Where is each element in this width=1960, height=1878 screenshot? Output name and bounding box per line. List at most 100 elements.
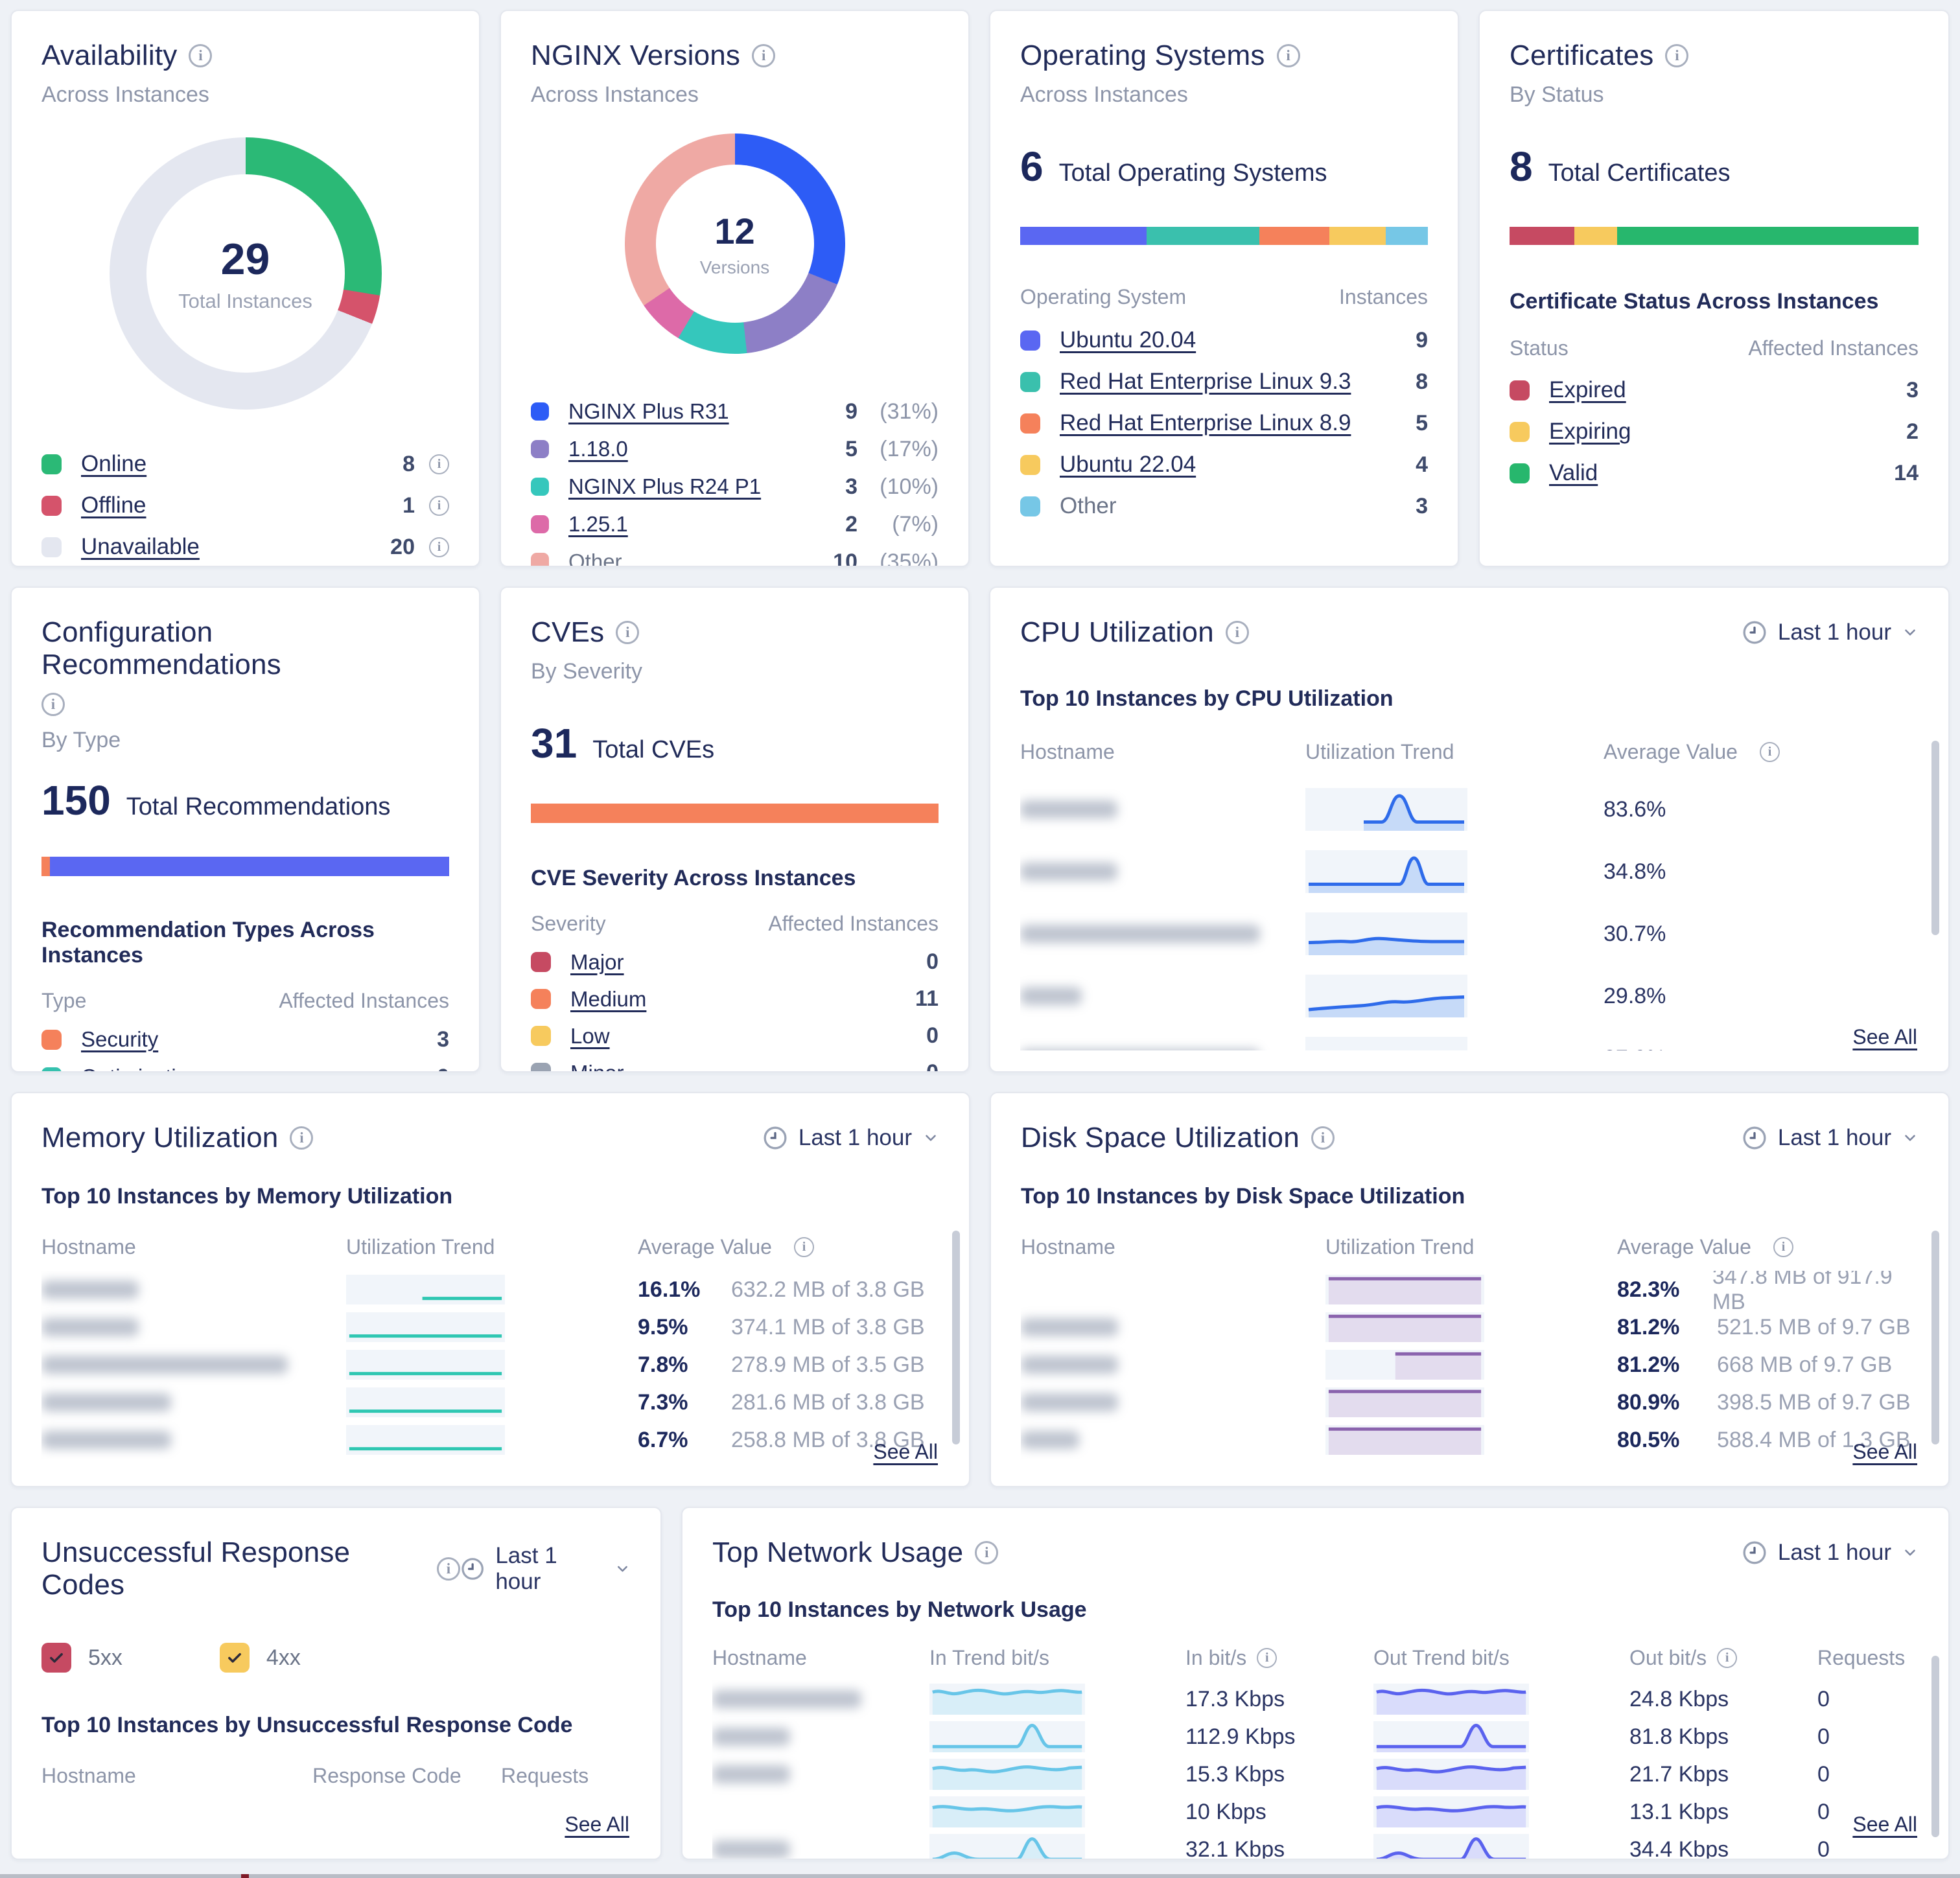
hostname-redacted[interactable] [1021,1431,1079,1449]
memory-detail: 374.1 MB of 3.8 GB [731,1315,925,1340]
memory-list-scrollbar[interactable] [952,1231,960,1444]
cpu-time-range-select[interactable]: Last 1 hour [1742,620,1919,645]
info-icon[interactable]: i [1257,1648,1277,1668]
rec-link[interactable]: Security [81,1027,158,1052]
disk-list-scrollbar[interactable] [1931,1231,1939,1444]
hostname-redacted[interactable] [712,1728,790,1746]
hostname-redacted[interactable] [41,1431,171,1449]
network-requests: 0 [1817,1687,1830,1711]
hostname-redacted[interactable] [712,1840,790,1859]
cpu-sparkline [1305,788,1467,831]
info-icon[interactable]: i [1311,1126,1335,1150]
hostname-redacted[interactable] [1020,863,1117,881]
info-icon[interactable]: i [1665,44,1688,67]
unavailable-link[interactable]: Unavailable [81,534,200,560]
hostname-redacted[interactable] [41,1393,171,1411]
checkbox-4xx[interactable] [220,1643,250,1673]
version-count: 5 [845,437,858,462]
response-codes-time-range-select[interactable]: Last 1 hour [460,1543,631,1595]
cpu-list-scrollbar[interactable] [1931,741,1939,935]
version-link[interactable]: 1.18.0 [568,437,628,461]
cve-link[interactable]: Minor [570,1061,624,1073]
filter-4xx: 4xx [220,1643,301,1673]
info-icon[interactable]: i [1760,742,1780,762]
dashboard: Availability i Across Instances 29 Total… [0,0,1960,1878]
section-title: Top 10 Instances by Memory Utilization [41,1184,939,1209]
info-icon[interactable]: i [437,1557,460,1581]
offline-link[interactable]: Offline [81,493,146,518]
memory-detail: 278.9 MB of 3.5 GB [731,1352,925,1378]
info-icon[interactable]: i [1717,1648,1737,1668]
cve-link[interactable]: Medium [570,987,646,1012]
info-icon[interactable]: i [290,1126,313,1150]
hostname-redacted[interactable] [41,1356,288,1374]
cert-link[interactable]: Expired [1549,377,1626,403]
disk-time-range-select[interactable]: Last 1 hour [1742,1125,1919,1151]
os-link[interactable]: Ubuntu 20.04 [1060,327,1196,353]
hostname-redacted[interactable] [1020,1049,1260,1050]
cpu-sparkline [1305,912,1467,955]
version-count: 9 [845,399,858,424]
os-link[interactable]: Red Hat Enterprise Linux 8.9 [1060,410,1351,436]
network-see-all-link[interactable]: See All [1852,1813,1917,1837]
info-icon[interactable]: i [1277,44,1300,67]
memory-see-all-link[interactable]: See All [873,1440,938,1464]
os-link[interactable]: Red Hat Enterprise Linux 9.3 [1060,369,1351,395]
response-codes-see-all-link[interactable]: See All [565,1813,629,1837]
hostname-redacted[interactable] [1020,925,1260,943]
rec-link[interactable]: Optimization [81,1065,200,1072]
version-link[interactable]: NGINX Plus R24 P1 [568,474,761,499]
info-icon[interactable]: i [429,537,449,557]
donut-total-label: Total Instances [178,290,312,313]
version-swatch [531,478,549,496]
memory-instance-list: 16.1%632.2 MB of 3.8 GB 9.5%374.1 MB of … [41,1271,939,1459]
info-icon[interactable]: i [975,1541,998,1564]
disk-percent: 80.5% [1617,1428,1695,1453]
legend-item: NGINX Plus R31 9 (31%) [531,393,939,430]
info-icon[interactable]: i [429,496,449,516]
cve-link[interactable]: Major [570,950,624,975]
info-icon[interactable]: i [1773,1237,1793,1257]
rec-swatch [41,1030,62,1050]
cve-link[interactable]: Low [570,1024,610,1049]
hostname-redacted[interactable] [1021,1356,1118,1374]
cpu-see-all-link[interactable]: See All [1852,1025,1917,1049]
hostname-redacted[interactable] [1020,987,1082,1005]
network-in-value: 32.1 Kbps [1185,1837,1285,1861]
os-row: Red Hat Enterprise Linux 8.9 5 [1020,402,1428,444]
hostname-redacted[interactable] [1021,1318,1118,1336]
hostname-redacted[interactable] [41,1318,139,1336]
info-icon[interactable]: i [189,44,212,67]
memory-time-range-select[interactable]: Last 1 hour [762,1125,939,1151]
cve-swatch [531,989,551,1009]
network-row: 32.1 Kbps 34.4 Kbps 0 [712,1831,1919,1860]
info-icon[interactable]: i [1226,621,1249,644]
info-icon[interactable]: i [794,1237,814,1257]
cve-count: 0 [926,1060,939,1072]
legend-item: NGINX Plus R24 P1 3 (10%) [531,468,939,505]
cpu-sparkline [1305,850,1467,893]
checkbox-5xx[interactable] [41,1643,71,1673]
hostname-redacted[interactable] [1021,1393,1118,1411]
cpu-row: 34.8% [1020,840,1919,903]
network-time-range-select[interactable]: Last 1 hour [1742,1540,1919,1566]
info-icon[interactable]: i [41,693,65,716]
network-list-scrollbar[interactable] [1931,1656,1939,1837]
hostname-redacted[interactable] [712,1690,861,1708]
version-link[interactable]: NGINX Plus R31 [568,399,729,424]
info-icon[interactable]: i [752,44,775,67]
version-link[interactable]: 1.25.1 [568,512,628,537]
hostname-redacted[interactable] [1020,800,1117,818]
col-affected: Affected Instances [279,989,449,1013]
disk-see-all-link[interactable]: See All [1852,1440,1917,1464]
col-trend: Utilization Trend [1305,740,1604,764]
cert-link[interactable]: Expiring [1549,419,1631,445]
os-link[interactable]: Ubuntu 22.04 [1060,452,1196,478]
online-link[interactable]: Online [81,451,146,477]
cpu-average-value: 30.7% [1604,922,1666,947]
hostname-redacted[interactable] [712,1765,790,1783]
hostname-redacted[interactable] [41,1281,139,1299]
cert-link[interactable]: Valid [1549,460,1598,486]
info-icon[interactable]: i [616,621,639,644]
info-icon[interactable]: i [429,454,449,474]
